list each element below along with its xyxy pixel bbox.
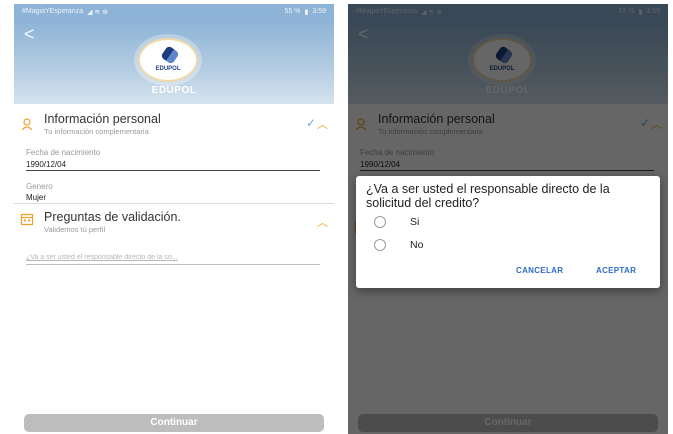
carrier-text: #MagiaYEsperanza (22, 8, 84, 15)
logo-text: EDUPOL (155, 66, 181, 72)
radio-label-si[interactable]: Si (410, 216, 419, 228)
radio-option-no[interactable]: No (374, 239, 423, 251)
radio-label-no[interactable]: No (410, 239, 423, 251)
question-underline (26, 264, 320, 265)
time-text: 3:59 (312, 8, 326, 15)
battery-icon: ▮ (304, 9, 309, 16)
edupol-logo: EDUPOL (138, 38, 198, 82)
dialog-title: ¿Va a ser usted el responsable directo d… (366, 182, 610, 210)
screen-dialog: #MagiaYEsperanza ◢ ≋ ⊕ 55 % ▮ 3:59 < EDU… (348, 4, 668, 434)
status-bar: #MagiaYEsperanza ◢ ≋ ⊕ 55 % ▮ 3:59 (14, 4, 334, 20)
chevron-up-icon[interactable]: ︿ (317, 214, 328, 230)
validation-title[interactable]: Preguntas de validación. (44, 210, 181, 224)
gender-value[interactable]: Mujer (26, 193, 46, 202)
validation-section: Preguntas de validación. Validemos tú pe… (14, 206, 334, 276)
radio-circle-icon[interactable] (374, 239, 386, 251)
back-arrow-icon[interactable]: < (24, 24, 35, 45)
cancel-button[interactable]: CANCELAR (516, 266, 563, 275)
radio-option-si[interactable]: Si (374, 216, 419, 228)
check-icon: ✓ (305, 116, 316, 130)
question-field[interactable]: ¿Va a ser usted el responsable directo d… (26, 254, 320, 261)
birthdate-underline (26, 170, 320, 171)
radio-circle-icon[interactable] (374, 216, 386, 228)
person-icon (21, 118, 33, 131)
personal-title[interactable]: Información personal (44, 112, 161, 126)
section-divider (14, 203, 334, 204)
confirm-dialog: ¿Va a ser usted el responsable directo d… (356, 176, 660, 288)
birthdate-value[interactable]: 1990/12/04 (26, 160, 66, 169)
chevron-up-icon[interactable]: ︿ (317, 116, 328, 132)
screen-form: #MagiaYEsperanza ◢ ≋ ⊕ 55 % ▮ 3:59 < EDU… (14, 4, 334, 434)
personal-info-section: Información personal Tu información comp… (14, 108, 334, 218)
personal-subtitle: Tu información complementaria (44, 127, 149, 136)
birthdate-label: Fecha de nacimiento (26, 148, 101, 157)
continue-button[interactable]: Continuar (24, 414, 324, 432)
brand-title: EDUPOL (151, 85, 197, 96)
logo-mark-icon (160, 45, 180, 65)
calendar-icon (20, 213, 34, 226)
accept-button[interactable]: ACEPTAR (596, 266, 636, 275)
signal-icon: ◢ ≋ ⊕ (87, 9, 109, 16)
validation-subtitle: Validemos tú perfil (44, 225, 106, 234)
gender-label: Genero (26, 182, 53, 191)
battery-text: 55 % (284, 8, 301, 15)
app-header: < EDUPOL EDUPOL (14, 20, 334, 104)
